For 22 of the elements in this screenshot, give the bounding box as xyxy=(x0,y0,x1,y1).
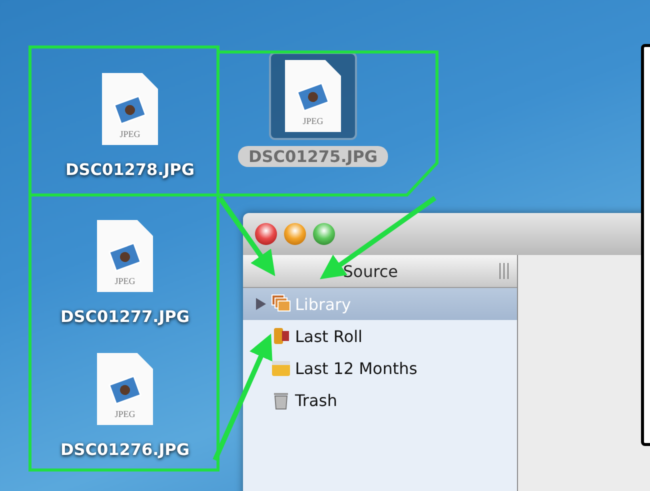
source-item[interactable]: Trash xyxy=(243,384,517,416)
calendar-icon xyxy=(271,358,291,378)
file-type-label: JPEG xyxy=(114,276,136,286)
source-item[interactable]: Last Roll xyxy=(243,320,517,352)
trash-icon xyxy=(271,390,291,410)
source-item[interactable]: Last 12 Months xyxy=(243,352,517,384)
file-icon[interactable]: JPEG xyxy=(269,52,357,140)
resize-grip-icon[interactable] xyxy=(499,263,509,279)
column-header-label: Source xyxy=(343,262,398,280)
roll-icon xyxy=(271,326,291,346)
zoom-button[interactable] xyxy=(313,223,335,245)
file-name[interactable]: DSC01276.JPG xyxy=(50,439,200,460)
file-type-label: JPEG xyxy=(114,409,136,419)
file-name[interactable]: DSC01275.JPG xyxy=(238,146,388,167)
file-name[interactable]: DSC01277.JPG xyxy=(50,306,200,327)
file-name[interactable]: DSC01278.JPG xyxy=(55,159,205,180)
minimize-button[interactable] xyxy=(284,223,306,245)
file-type-label: JPEG xyxy=(302,116,324,126)
disclosure-triangle-icon[interactable] xyxy=(255,297,267,311)
library-icon xyxy=(271,294,291,314)
close-button[interactable] xyxy=(255,223,277,245)
file-type-label: JPEG xyxy=(120,129,140,139)
